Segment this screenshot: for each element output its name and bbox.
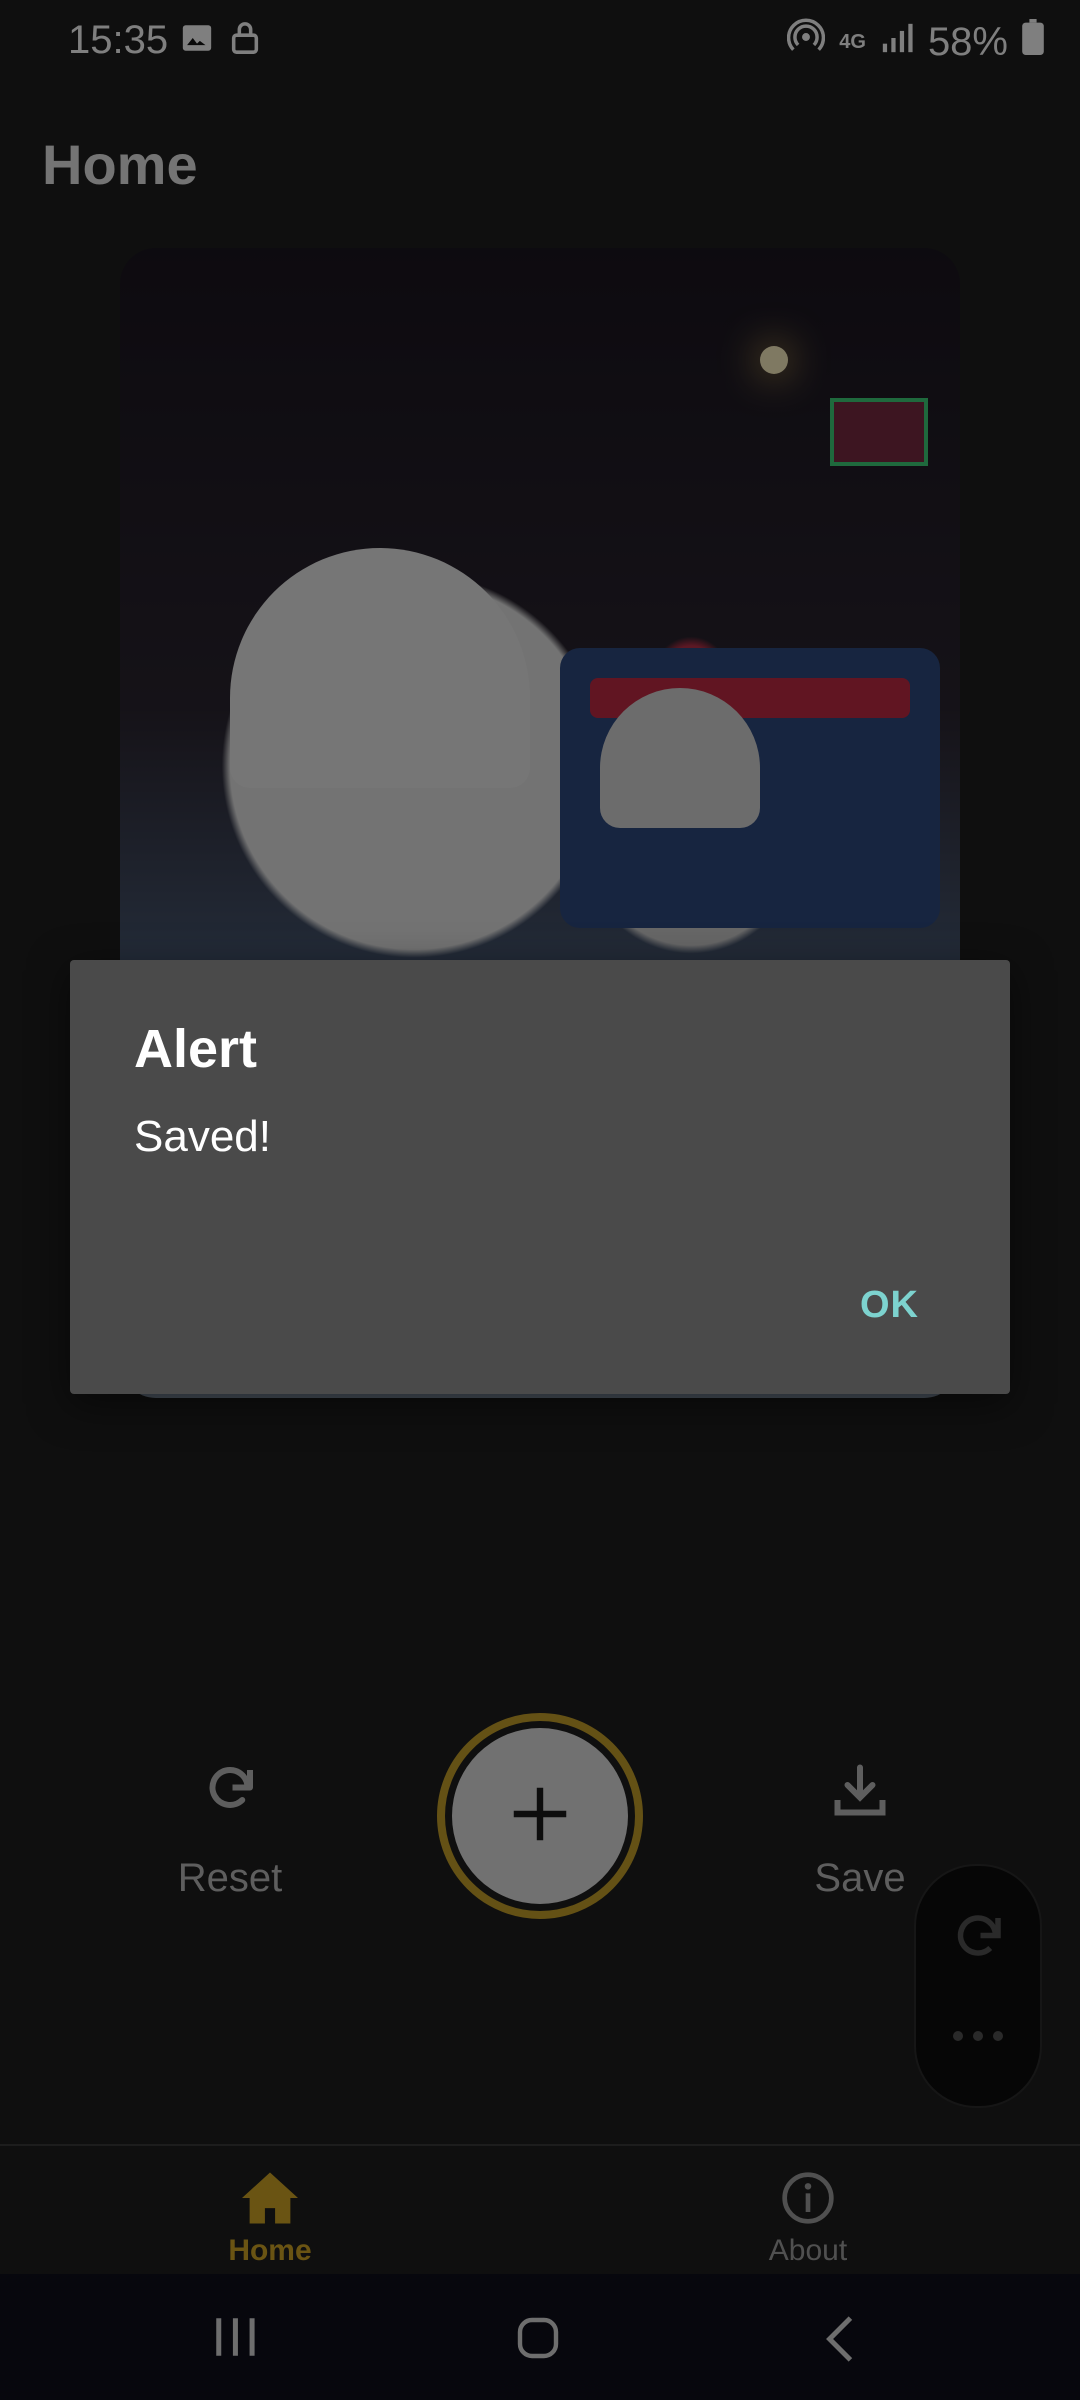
alert-dialog: Alert Saved! OK — [70, 960, 1010, 1394]
dialog-message: Saved! — [134, 1112, 271, 1161]
dialog-title: Alert — [134, 1019, 258, 1079]
ok-button[interactable]: OK — [860, 1284, 919, 1327]
